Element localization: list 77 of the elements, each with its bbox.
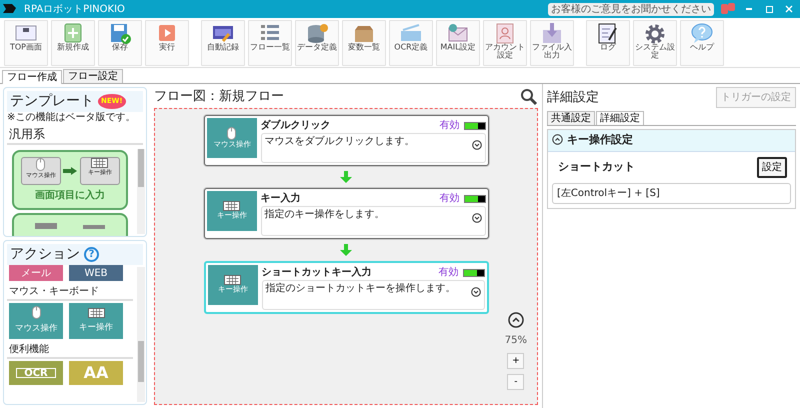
action-tile[interactable]: WEB	[69, 265, 123, 281]
section-heading: マウス・キーボード	[7, 284, 133, 301]
section-title: キー操作設定	[567, 132, 633, 148]
enabled-toggle[interactable]	[462, 268, 484, 276]
tab[interactable]: 詳細設定	[596, 111, 644, 125]
node-description: 指定のキー操作をします。	[264, 208, 384, 222]
beta-note: ※この機能はベータ版です。	[6, 112, 136, 123]
flow-title: フロー図：新規フロー	[154, 88, 284, 106]
arrow-icon	[63, 167, 77, 175]
thumbs-icon	[720, 3, 736, 15]
toolbar-button[interactable]: TOP画面	[4, 20, 48, 66]
toolbar-button[interactable]: 変数一覧	[342, 20, 386, 66]
keyboard-icon	[88, 308, 104, 318]
enabled-toggle[interactable]	[464, 122, 486, 130]
help-icon	[690, 22, 714, 44]
category-heading: 汎用系	[7, 125, 143, 145]
status-label: 有効	[440, 192, 460, 206]
panel-title: 詳細設定	[547, 88, 599, 107]
logo-icon	[2, 2, 18, 16]
toolbar-button[interactable]: ログ	[586, 20, 630, 66]
down-arrow-icon	[340, 171, 352, 183]
tab[interactable]: 共通設定	[547, 111, 595, 125]
toolbar-button[interactable]: ヘルプ	[680, 20, 724, 66]
node-description: マウスをダブルクリックします。	[264, 134, 414, 149]
panel-title: テンプレート	[10, 92, 94, 111]
node-description: 指定のショートカットキーを操作します。	[266, 282, 456, 296]
expand-icon[interactable]	[472, 140, 482, 150]
database-icon	[305, 22, 329, 44]
settings-icon	[643, 22, 667, 44]
mouse-icon	[32, 306, 40, 319]
status-label: 有効	[438, 266, 458, 280]
toolbar-button[interactable]: 保存	[98, 20, 142, 66]
scrollbar[interactable]	[137, 149, 145, 234]
mouse-icon	[36, 158, 45, 171]
shortcut-field[interactable]: [左Controlキー] + [S]	[552, 182, 791, 204]
enabled-toggle[interactable]	[464, 194, 486, 202]
zoom-out-button[interactable]: -	[507, 374, 524, 390]
envelope-icon	[446, 22, 470, 44]
toolbar-button[interactable]: 新規作成	[51, 20, 95, 66]
close-icon[interactable]	[785, 5, 793, 13]
status-label: 有効	[440, 118, 460, 133]
node-title: ショートカットキー入力	[262, 266, 372, 280]
template-card[interactable]	[12, 213, 128, 236]
restore-icon[interactable]	[766, 6, 772, 12]
tab[interactable]: フロー作成	[2, 70, 62, 84]
set-button[interactable]: 設定	[757, 156, 787, 178]
field-label: ショートカット	[558, 158, 635, 175]
feedback-link[interactable]: お客様のご意見をお聞かせください	[548, 2, 714, 16]
collapse-icon[interactable]	[508, 312, 524, 328]
toolbar-button[interactable]: MAIL設定	[436, 20, 480, 66]
zoom-in-button[interactable]: +	[507, 353, 524, 369]
toolbar-button[interactable]: 実行	[145, 20, 189, 66]
toolbar-button[interactable]: ファイル入出力	[530, 20, 574, 66]
toolbar-button[interactable]: データ定義	[295, 20, 339, 66]
toolbar-button[interactable]: 自動記録	[201, 20, 245, 66]
node-title: キー入力	[260, 192, 302, 206]
toolbar-button[interactable]: システム設定	[633, 20, 677, 66]
section-heading: 便利機能	[7, 342, 133, 359]
template-drawing	[35, 221, 105, 229]
save-icon	[108, 22, 132, 44]
down-arrow-icon	[340, 244, 352, 256]
window-title: RPAロボットPINOKIO	[24, 2, 125, 16]
node-title: ダブルクリック	[260, 118, 332, 133]
panel-title: アクション	[10, 245, 80, 264]
zoom-level: 75%	[504, 334, 527, 348]
import-icon	[540, 22, 564, 44]
toolbar-button[interactable]: OCR定義	[389, 20, 433, 66]
search-icon[interactable]	[520, 88, 538, 106]
toolbar-button[interactable]: フロー一覧	[248, 20, 292, 66]
toolbar-button[interactable]: アカウント設定	[483, 20, 527, 66]
expand-icon[interactable]	[470, 287, 480, 297]
scrollbar[interactable]	[137, 267, 145, 402]
keyboard-icon	[91, 158, 108, 168]
scanner-icon	[399, 22, 423, 44]
collapse-icon[interactable]	[552, 134, 563, 146]
tab[interactable]: フロー設定	[63, 69, 123, 83]
expand-icon[interactable]	[472, 213, 482, 223]
